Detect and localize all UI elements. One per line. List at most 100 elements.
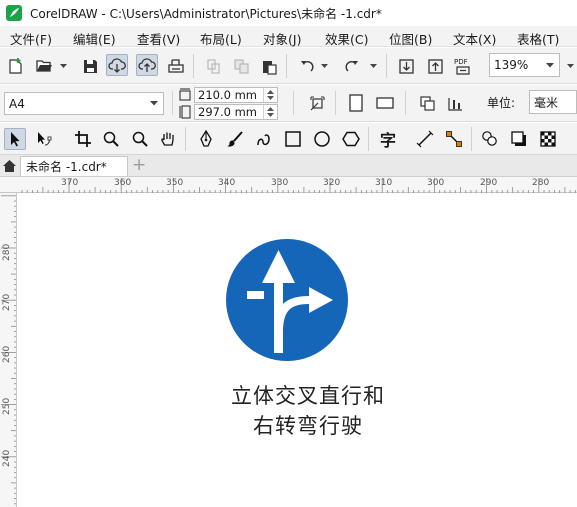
toolbar-divider: [386, 54, 387, 78]
shape-tool-button[interactable]: [33, 128, 55, 150]
blend-icon: [482, 131, 497, 146]
import-button[interactable]: [395, 55, 417, 77]
property-bar: A4 210.0 mm 297.0 mm 单位: 毫米: [0, 85, 577, 122]
dimension-line-icon: [416, 130, 434, 148]
ruler-v-label: 260: [2, 345, 12, 363]
pdf-icon: PDF: [454, 58, 470, 75]
copy-icon: [233, 58, 249, 74]
traffic-sign-graphic[interactable]: [225, 238, 349, 362]
page-size-combo[interactable]: A4: [4, 92, 164, 115]
portrait-page-icon: [349, 94, 363, 112]
cut-icon: [206, 58, 220, 74]
text-tool-button[interactable]: 字: [377, 128, 399, 150]
rectangle-tool-button[interactable]: [282, 128, 304, 150]
ellipse-tool-button[interactable]: [311, 128, 333, 150]
pick-tool-button[interactable]: [4, 128, 26, 150]
save-button[interactable]: [79, 55, 101, 77]
new-tab-button[interactable]: +: [132, 155, 146, 175]
menu-edit[interactable]: 编辑(E): [73, 29, 116, 48]
toolbar-overflow-button[interactable]: [563, 55, 577, 77]
drawing-canvas[interactable]: 立体交叉直行和 右转弯行驶: [18, 194, 577, 507]
toolbar-divider: [368, 127, 369, 151]
redo-dropdown-arrow[interactable]: [369, 55, 377, 77]
pen-tool-button[interactable]: [195, 128, 217, 150]
undo-button[interactable]: [296, 55, 318, 77]
all-pages-button[interactable]: [416, 92, 438, 114]
tab-document-label: 未命名 -1.cdr*: [26, 160, 107, 174]
cloud-download-icon: [108, 58, 126, 73]
zoom-tool-button[interactable]: [100, 128, 122, 150]
brush-tool-button[interactable]: [224, 128, 246, 150]
page-options-icon: [309, 95, 325, 110]
cloud-upload-button[interactable]: [136, 54, 158, 76]
freehand-curve-icon: [257, 134, 270, 146]
menu-view[interactable]: 查看(V): [137, 29, 180, 48]
new-document-button[interactable]: [5, 55, 27, 77]
menu-effects[interactable]: 效果(C): [325, 29, 368, 48]
current-page-button[interactable]: [444, 92, 466, 114]
ruler-h-label: 300: [427, 178, 445, 188]
open-dropdown-arrow[interactable]: [59, 55, 67, 77]
menu-object[interactable]: 对象(J): [263, 29, 301, 48]
page-width-field[interactable]: 210.0 mm: [194, 87, 278, 103]
menu-file[interactable]: 文件(F): [10, 29, 52, 48]
import-icon: [398, 58, 414, 74]
document-tab-bar: 未命名 -1.cdr* +: [0, 155, 577, 177]
pan-zoom-tool-button[interactable]: [129, 128, 151, 150]
cloud-download-button[interactable]: [106, 54, 128, 76]
spin-arrows-icon: [267, 107, 274, 117]
units-combo[interactable]: 毫米: [529, 90, 577, 114]
ruler-v-label: 270: [2, 293, 12, 311]
undo-icon: [300, 60, 313, 72]
drop-shadow-tool-button[interactable]: [508, 128, 530, 150]
new-document-icon: [9, 58, 22, 74]
parallel-dimension-tool-button[interactable]: [414, 128, 436, 150]
publish-pdf-button[interactable]: PDF: [452, 55, 474, 77]
zoom-level-combo[interactable]: 139%: [489, 53, 560, 77]
page-height-spinner[interactable]: [263, 105, 277, 119]
checkerboard-icon: [540, 131, 556, 147]
redo-button[interactable]: [340, 55, 362, 77]
rectangle-icon: [285, 131, 301, 147]
home-button[interactable]: [0, 155, 19, 176]
brush-icon: [227, 131, 243, 147]
crop-tool-button[interactable]: [72, 128, 94, 150]
blend-tool-button[interactable]: [479, 128, 501, 150]
polygon-tool-button[interactable]: [340, 128, 362, 150]
print-button[interactable]: [165, 55, 187, 77]
connector-tool-button[interactable]: [443, 128, 465, 150]
menu-text[interactable]: 文本(X): [453, 29, 496, 48]
portrait-button[interactable]: [345, 92, 367, 114]
freehand-tool-button[interactable]: [253, 128, 275, 150]
ruler-h-label: 370: [61, 178, 79, 188]
menu-table[interactable]: 表格(T): [517, 29, 559, 48]
standard-toolbar: PDF 139%: [0, 48, 577, 84]
page-width-icon: [179, 88, 191, 101]
polygon-icon: [342, 131, 360, 147]
page-width-spinner[interactable]: [263, 88, 277, 102]
undo-dropdown-arrow[interactable]: [320, 55, 328, 77]
paste-button[interactable]: [258, 55, 280, 77]
tab-document[interactable]: 未命名 -1.cdr*: [20, 156, 128, 176]
horizontal-ruler[interactable]: 370 360 350 340 330 320 310 300 290 280: [0, 177, 577, 193]
page-height-field[interactable]: 297.0 mm: [194, 104, 278, 120]
zoom-level-value: 139%: [494, 58, 529, 72]
coreldraw-logo-icon: [6, 5, 22, 21]
open-button[interactable]: [33, 55, 55, 77]
cloud-upload-icon: [138, 58, 156, 72]
cut-button[interactable]: [202, 55, 224, 77]
toolbar-divider: [172, 91, 173, 115]
drop-shadow-icon: [511, 131, 526, 146]
pdf-label: PDF: [454, 58, 468, 66]
shape-tool-icon: [38, 132, 52, 146]
export-button[interactable]: [424, 55, 446, 77]
copy-button[interactable]: [230, 55, 252, 77]
landscape-button[interactable]: [374, 92, 396, 114]
pan-tool-button[interactable]: [157, 128, 179, 150]
transparency-tool-button[interactable]: [537, 128, 559, 150]
menu-layout[interactable]: 布局(L): [200, 29, 242, 48]
hand-icon: [161, 132, 174, 146]
menu-bitmap[interactable]: 位图(B): [389, 29, 432, 48]
page-options-button[interactable]: [306, 92, 328, 114]
vertical-ruler[interactable]: 280 270 260 250 240: [0, 193, 17, 507]
